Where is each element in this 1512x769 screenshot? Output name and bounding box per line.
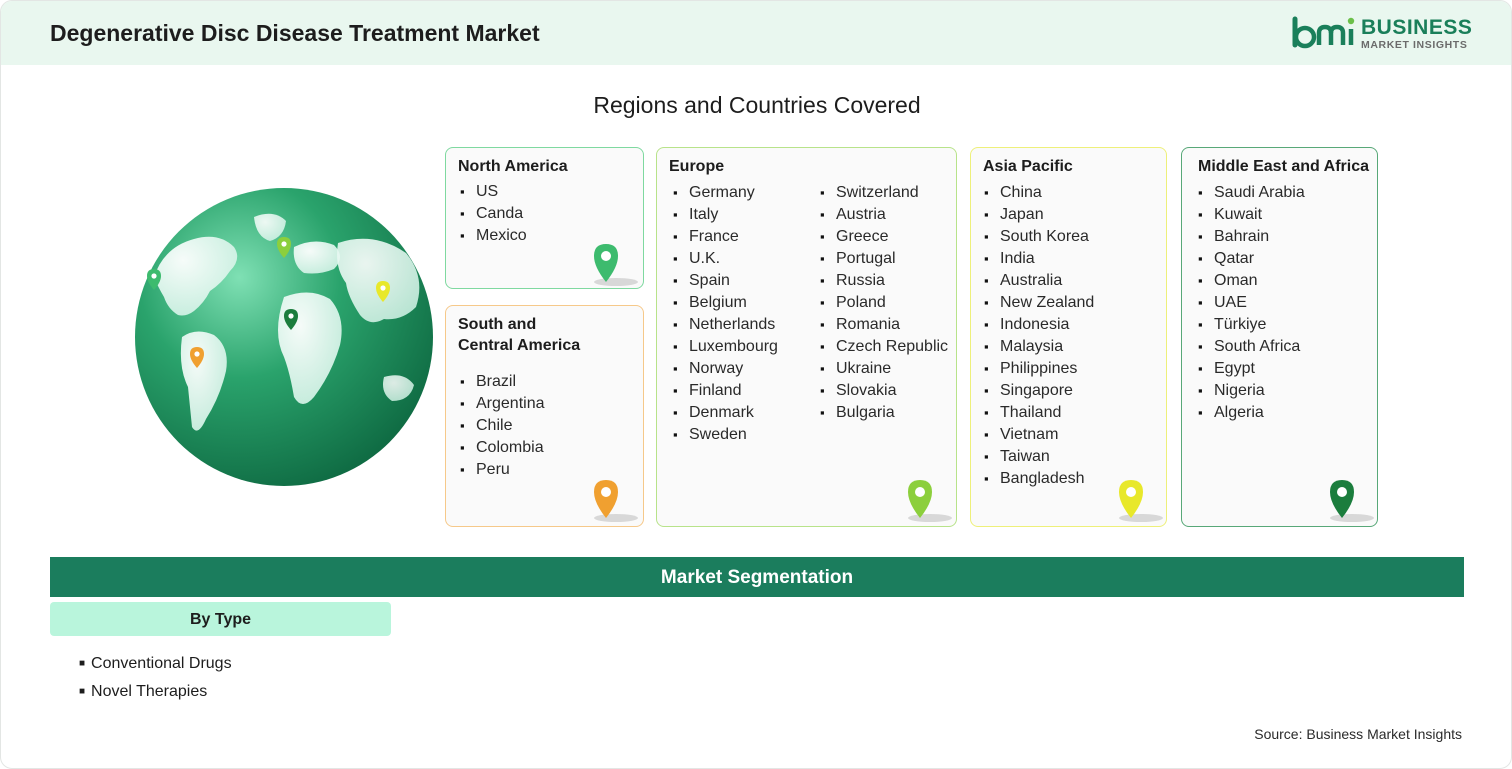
list-item: Sweden	[673, 424, 778, 446]
list-item: Bahrain	[1198, 226, 1305, 248]
list-item: Switzerland	[820, 182, 948, 204]
list-item: France	[673, 226, 778, 248]
list-item: Belgium	[673, 292, 778, 314]
list-item: Türkiye	[1198, 314, 1305, 336]
list-item: Saudi Arabia	[1198, 182, 1305, 204]
list-item: Denmark	[673, 402, 778, 424]
list-item: Taiwan	[984, 446, 1094, 468]
list-item: Italy	[673, 204, 778, 226]
list-item: Qatar	[1198, 248, 1305, 270]
list-item: U.K.	[673, 248, 778, 270]
list-item: Colombia	[460, 437, 545, 459]
list-item: Slovakia	[820, 380, 948, 402]
list-item: Canda	[460, 203, 527, 225]
country-list: China Japan South Korea India Australia …	[984, 182, 1094, 490]
location-pin-icon	[1119, 480, 1163, 522]
region-title: North America	[458, 158, 568, 175]
list-item: Novel Therapies	[79, 681, 232, 709]
country-list: US Canda Mexico	[460, 181, 527, 247]
list-item: Kuwait	[1198, 204, 1305, 226]
list-item: Czech Republic	[820, 336, 948, 358]
list-item: South Africa	[1198, 336, 1305, 358]
list-item: Egypt	[1198, 358, 1305, 380]
regions-title: Regions and Countries Covered	[593, 92, 921, 118]
type-list: Conventional Drugs Novel Therapies	[79, 653, 232, 709]
by-type-label: By Type	[50, 602, 391, 636]
list-item: UAE	[1198, 292, 1305, 314]
logo-line2: MARKET INSIGHTS	[1361, 39, 1468, 51]
bmi-logo-icon	[1292, 16, 1355, 49]
logo-line1: BUSINESS	[1361, 16, 1473, 39]
region-card-asia-pacific: Asia Pacific China Japan South Korea Ind…	[970, 147, 1167, 527]
location-pin-icon	[908, 480, 952, 522]
list-item: Nigeria	[1198, 380, 1305, 402]
source-note: Source: Business Market Insights	[1254, 726, 1462, 742]
list-item: Luxembourg	[673, 336, 778, 358]
list-item: Finland	[673, 380, 778, 402]
region-title-line1: South and	[458, 316, 537, 333]
list-item: Bangladesh	[984, 468, 1094, 490]
region-card-middle-east-africa: Middle East and Africa Saudi Arabia Kuwa…	[1181, 147, 1378, 527]
list-item: Romania	[820, 314, 948, 336]
country-list-col2: Switzerland Austria Greece Portugal Russ…	[820, 182, 948, 424]
list-item: Poland	[820, 292, 948, 314]
list-item: Chile	[460, 415, 545, 437]
list-item: Indonesia	[984, 314, 1094, 336]
list-item: Austria	[820, 204, 948, 226]
list-item: Singapore	[984, 380, 1094, 402]
country-list: Saudi Arabia Kuwait Bahrain Qatar Oman U…	[1198, 182, 1305, 424]
region-card-south-central-america: South and Central America Brazil Argenti…	[445, 305, 644, 527]
list-item: Greece	[820, 226, 948, 248]
region-title: Europe	[669, 158, 725, 175]
brand-logo: BUSINESS MARKET INSIGHTS	[1291, 15, 1473, 55]
region-title: Middle East and Africa	[1198, 158, 1369, 175]
region-title-line2: Central America	[458, 337, 581, 354]
list-item: Ukraine	[820, 358, 948, 380]
list-item: Norway	[673, 358, 778, 380]
list-item: Spain	[673, 270, 778, 292]
header: Degenerative Disc Disease Treatment Mark…	[1, 1, 1511, 65]
country-list: Brazil Argentina Chile Colombia Peru	[460, 371, 545, 481]
list-item: Peru	[460, 459, 545, 481]
location-pin-icon	[594, 244, 638, 286]
list-item: Bulgaria	[820, 402, 948, 424]
list-item: Russia	[820, 270, 948, 292]
list-item: Argentina	[460, 393, 545, 415]
list-item: Japan	[984, 204, 1094, 226]
list-item: Australia	[984, 270, 1094, 292]
list-item: Brazil	[460, 371, 545, 393]
list-item: New Zealand	[984, 292, 1094, 314]
list-item: Netherlands	[673, 314, 778, 336]
infographic-frame: Degenerative Disc Disease Treatment Mark…	[0, 0, 1512, 769]
region-title: South and Central America	[458, 314, 580, 356]
region-card-europe: Europe Germany Italy France U.K. Spain B…	[656, 147, 957, 527]
list-item: Algeria	[1198, 402, 1305, 424]
region-title: Asia Pacific	[983, 158, 1073, 175]
list-item: Malaysia	[984, 336, 1094, 358]
list-item: Portugal	[820, 248, 948, 270]
list-item: China	[984, 182, 1094, 204]
location-pin-icon	[594, 480, 638, 522]
segmentation-header: Market Segmentation	[50, 557, 1464, 597]
list-item: Oman	[1198, 270, 1305, 292]
list-item: Thailand	[984, 402, 1094, 424]
country-list-col1: Germany Italy France U.K. Spain Belgium …	[673, 182, 778, 446]
list-item: Mexico	[460, 225, 527, 247]
list-item: Vietnam	[984, 424, 1094, 446]
list-item: Germany	[673, 182, 778, 204]
list-item: US	[460, 181, 527, 203]
list-item: Conventional Drugs	[79, 653, 232, 681]
region-card-north-america: North America US Canda Mexico	[445, 147, 644, 289]
globe-illustration	[135, 188, 433, 486]
list-item: South Korea	[984, 226, 1094, 248]
list-item: Philippines	[984, 358, 1094, 380]
list-item: India	[984, 248, 1094, 270]
page-title: Degenerative Disc Disease Treatment Mark…	[50, 20, 540, 46]
location-pin-icon	[1330, 480, 1374, 522]
